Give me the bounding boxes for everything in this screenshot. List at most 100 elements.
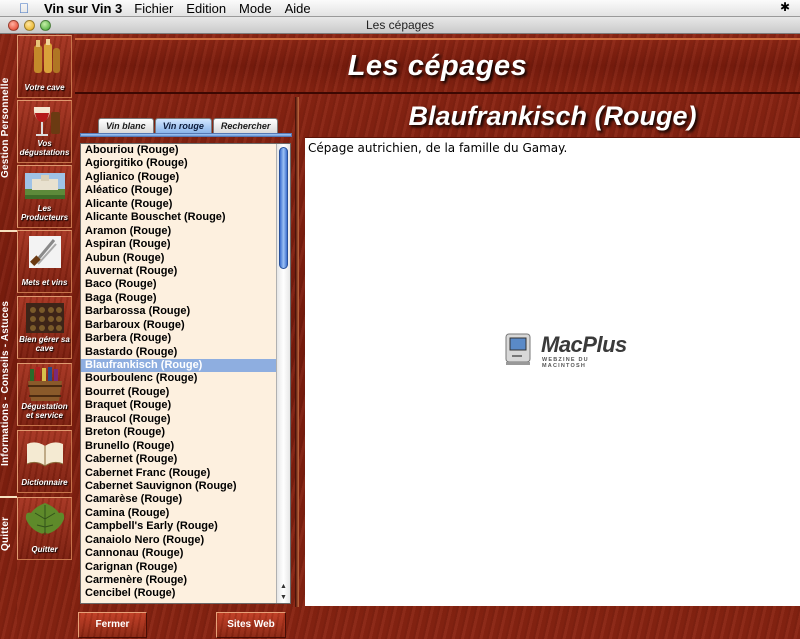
- sidebar: Votre cave Vos dégustations Les Producte…: [17, 34, 72, 639]
- mac-computer-icon: [505, 333, 531, 365]
- nav-dictionnaire-label: Dictionnaire: [21, 478, 68, 487]
- tab-rechercher[interactable]: Rechercher: [212, 118, 279, 133]
- list-item[interactable]: Aglianico (Rouge): [81, 171, 276, 184]
- wine-rack-icon: [26, 303, 64, 333]
- list-item[interactable]: Breton (Rouge): [81, 426, 276, 439]
- list-item[interactable]: Auvernat (Rouge): [81, 265, 276, 278]
- nav-dictionnaire-button[interactable]: Dictionnaire: [17, 430, 72, 493]
- zoom-window-button[interactable]: [40, 20, 51, 31]
- list-scrollbar[interactable]: ▲ ▼: [276, 144, 290, 603]
- logo-tagline: WEBZINE DU MACINTOSH: [542, 357, 589, 369]
- menu-aide[interactable]: Aide: [285, 1, 311, 16]
- wine-barrel-icon: [28, 367, 62, 401]
- vine-leaf-icon: [25, 503, 65, 535]
- list-item[interactable]: Aspiran (Rouge): [81, 238, 276, 251]
- list-item[interactable]: Bastardo (Rouge): [81, 346, 276, 359]
- wine-bottles-icon: [34, 39, 60, 73]
- rail-label-informations: Informations - Conseils - Astuces: [0, 300, 11, 466]
- macplus-logo: MacPlus WEBZINE DU MACINTOSH: [503, 332, 635, 369]
- list-item[interactable]: Abouriou (Rouge): [81, 144, 276, 157]
- cutlery-icon: [29, 236, 61, 268]
- window-title-bar: Les cépages: [0, 17, 800, 34]
- list-item[interactable]: Barbaroux (Rouge): [81, 319, 276, 332]
- scroll-down-arrow-icon[interactable]: ▼: [277, 592, 290, 603]
- nav-mets-et-vins-button[interactable]: Mets et vins: [17, 230, 72, 293]
- nav-degustation-et-service-button[interactable]: Dégustation et service: [17, 363, 72, 426]
- rail-divider: [0, 230, 17, 232]
- list-item[interactable]: Blaufrankisch (Rouge): [81, 359, 276, 373]
- nav-bien-gerer-sa-cave-button[interactable]: Bien gérer sa cave: [17, 296, 72, 359]
- list-item[interactable]: Bourboulenc (Rouge): [81, 372, 276, 385]
- list-item[interactable]: Barbarossa (Rouge): [81, 305, 276, 318]
- list-item[interactable]: Campbell's Early (Rouge): [81, 520, 276, 533]
- grape-list[interactable]: Abouriou (Rouge) Agiorgitiko (Rouge) Aglia…: [80, 143, 291, 604]
- close-window-button[interactable]: [8, 20, 19, 31]
- list-item[interactable]: Braucol (Rouge): [81, 413, 276, 426]
- close-button[interactable]: Fermer: [78, 612, 147, 638]
- window-title: Les cépages: [365, 18, 435, 32]
- header-banner: Les cépages: [75, 38, 800, 94]
- list-item[interactable]: Baga (Rouge): [81, 292, 276, 305]
- scroll-up-arrow-icon[interactable]: ▲: [277, 581, 290, 592]
- list-item[interactable]: Canaiolo Nero (Rouge): [81, 534, 276, 547]
- list-item[interactable]: Cabernet (Rouge): [81, 453, 276, 466]
- list-item[interactable]: Alicante (Rouge): [81, 198, 276, 211]
- tab-strip: [80, 133, 292, 137]
- nav-quitter-label: Quitter: [31, 545, 58, 554]
- logo-brand: MacPlus: [541, 332, 627, 357]
- nav-votre-cave-button[interactable]: Votre cave: [17, 35, 72, 98]
- list-item[interactable]: Alicante Bouschet (Rouge): [81, 211, 276, 224]
- wine-glass-icon: [33, 107, 60, 136]
- tab-vin-rouge[interactable]: Vin rouge: [154, 118, 212, 133]
- list-item[interactable]: Aubun (Rouge): [81, 252, 276, 265]
- menu-fichier[interactable]: Fichier: [134, 1, 173, 16]
- list-item[interactable]: Cannonau (Rouge): [81, 547, 276, 560]
- list-item[interactable]: Bourret (Rouge): [81, 386, 276, 399]
- list-item[interactable]: Baco (Rouge): [81, 278, 276, 291]
- list-item[interactable]: Cabernet Sauvignon (Rouge): [81, 480, 276, 493]
- list-item[interactable]: Aramon (Rouge): [81, 225, 276, 238]
- tab-bar: Vin blanc Vin rouge Rechercher: [98, 118, 279, 134]
- bottom-bar: [75, 606, 800, 639]
- detail-title: Blaufrankisch (Rouge): [408, 101, 697, 131]
- nav-votre-cave-label: Votre cave: [24, 83, 65, 92]
- page-title: Les cépages: [347, 50, 528, 82]
- chateau-icon: [25, 173, 65, 199]
- nav-degustation-et-service-label: Dégustation et service: [21, 402, 68, 420]
- nav-vos-degustations-button[interactable]: Vos dégustations: [17, 100, 72, 163]
- menu-mode[interactable]: Mode: [239, 1, 272, 16]
- menu-bar:  Vin sur Vin 3 Fichier Edition Mode Aid…: [0, 0, 800, 17]
- list-item[interactable]: Agiorgitiko (Rouge): [81, 157, 276, 170]
- list-item[interactable]: Braquet (Rouge): [81, 399, 276, 412]
- grape-list-items: Abouriou (Rouge) Agiorgitiko (Rouge) Aglia…: [81, 144, 276, 601]
- list-item[interactable]: Cabernet Franc (Rouge): [81, 467, 276, 480]
- scrollbar-thumb[interactable]: [279, 147, 288, 269]
- nav-quitter-button[interactable]: Quitter: [17, 497, 72, 560]
- list-item[interactable]: Camarèse (Rouge): [81, 493, 276, 506]
- menu-edition[interactable]: Edition: [186, 1, 226, 16]
- sites-web-button[interactable]: Sites Web: [216, 612, 286, 638]
- list-item[interactable]: Brunello (Rouge): [81, 440, 276, 453]
- list-item[interactable]: Carmenère (Rouge): [81, 574, 276, 587]
- apple-menu-icon[interactable]: : [14, 0, 34, 16]
- list-item[interactable]: Aléatico (Rouge): [81, 184, 276, 197]
- nav-les-producteurs-button[interactable]: Les Producteurs: [17, 165, 72, 228]
- rail-divider: [0, 496, 17, 498]
- bluetooth-icon[interactable]: ✱: [780, 0, 790, 14]
- tab-vin-blanc[interactable]: Vin blanc: [98, 118, 154, 133]
- list-item[interactable]: Cencibel (Rouge): [81, 587, 276, 600]
- list-item[interactable]: Barbera (Rouge): [81, 332, 276, 345]
- section-rail: Gestion Personnelle Informations - Conse…: [0, 34, 17, 639]
- list-item[interactable]: Camina (Rouge): [81, 507, 276, 520]
- nav-vos-degustations-label: Vos dégustations: [19, 139, 70, 157]
- nav-bien-gerer-sa-cave-label: Bien gérer sa cave: [19, 335, 70, 353]
- minimize-window-button[interactable]: [24, 20, 35, 31]
- grape-description: Cépage autrichien, de la famille du Gama…: [308, 141, 568, 155]
- nav-les-producteurs-label: Les Producteurs: [20, 204, 69, 222]
- menu-app-name[interactable]: Vin sur Vin 3: [44, 1, 122, 16]
- rail-label-quitter: Quitter: [0, 516, 11, 552]
- nav-mets-et-vins-label: Mets et vins: [21, 278, 68, 287]
- detail-panel: Cépage autrichien, de la famille du Gama…: [305, 137, 800, 606]
- list-item[interactable]: Carignan (Rouge): [81, 561, 276, 574]
- panel-divider: [295, 97, 299, 607]
